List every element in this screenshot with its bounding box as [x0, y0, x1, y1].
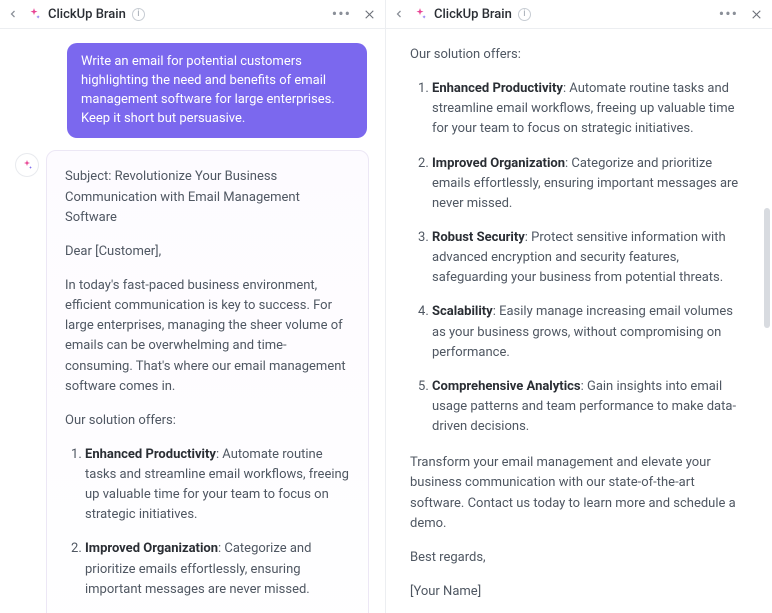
email-offers-label: Our solution offers:: [410, 45, 748, 65]
email-signoff: Best regards,: [410, 548, 748, 568]
right-pane: ClickUp Brain i ••• Our solution offers:…: [386, 0, 772, 613]
list-item: Enhanced Productivity: Automate routine …: [432, 79, 748, 139]
app-title: ClickUp Brain: [434, 7, 512, 22]
info-icon[interactable]: i: [518, 8, 531, 21]
app-title: ClickUp Brain: [48, 7, 126, 22]
close-icon[interactable]: [361, 6, 377, 22]
email-intro: In today's fast-paced business environme…: [65, 276, 350, 397]
list-item: Scalability: Easily manage increasing em…: [432, 302, 748, 362]
ai-avatar: [16, 154, 38, 176]
email-name: [Your Name]: [410, 582, 748, 602]
ai-response-row: Subject: Revolutionize Your Business Com…: [10, 150, 375, 613]
info-icon[interactable]: i: [132, 8, 145, 21]
back-icon[interactable]: [392, 7, 406, 21]
scrollbar-track[interactable]: [764, 48, 770, 601]
list-item: Improved Organization: Categorize and pr…: [85, 539, 350, 599]
titlebar-left: ClickUp Brain i •••: [0, 0, 385, 29]
list-item: Enhanced Productivity: Automate routine …: [85, 445, 350, 526]
email-closing: Transform your email management and elev…: [410, 453, 748, 534]
titlebar-right: ClickUp Brain i •••: [386, 0, 772, 29]
scrollbar-thumb[interactable]: [764, 208, 770, 328]
more-icon[interactable]: •••: [328, 6, 355, 22]
list-item: Improved Organization: Categorize and pr…: [432, 154, 748, 214]
user-message-row: Write an email for potential customers h…: [10, 43, 375, 150]
more-icon[interactable]: •••: [715, 6, 742, 22]
back-icon[interactable]: [6, 7, 20, 21]
list-item: Robust Security: Protect sensitive infor…: [432, 228, 748, 288]
user-message: Write an email for potential customers h…: [67, 43, 367, 138]
list-item: Comprehensive Analytics: Gain insights i…: [432, 377, 748, 437]
sparkle-icon: [26, 6, 42, 22]
close-icon[interactable]: [748, 6, 764, 22]
email-subject: Subject: Revolutionize Your Business Com…: [65, 167, 350, 227]
email-points-list-left: Enhanced Productivity: Automate routine …: [65, 445, 350, 613]
email-greeting: Dear [Customer],: [65, 242, 350, 262]
left-pane: ClickUp Brain i ••• Write an email for p…: [0, 0, 386, 613]
email-offers-label: Our solution offers:: [65, 411, 350, 431]
email-points-list-right: Enhanced Productivity: Automate routine …: [410, 79, 748, 437]
ai-response-card: Subject: Revolutionize Your Business Com…: [46, 150, 369, 613]
sparkle-icon: [412, 6, 428, 22]
ai-response-continued: Our solution offers: Enhanced Productivi…: [386, 29, 772, 613]
